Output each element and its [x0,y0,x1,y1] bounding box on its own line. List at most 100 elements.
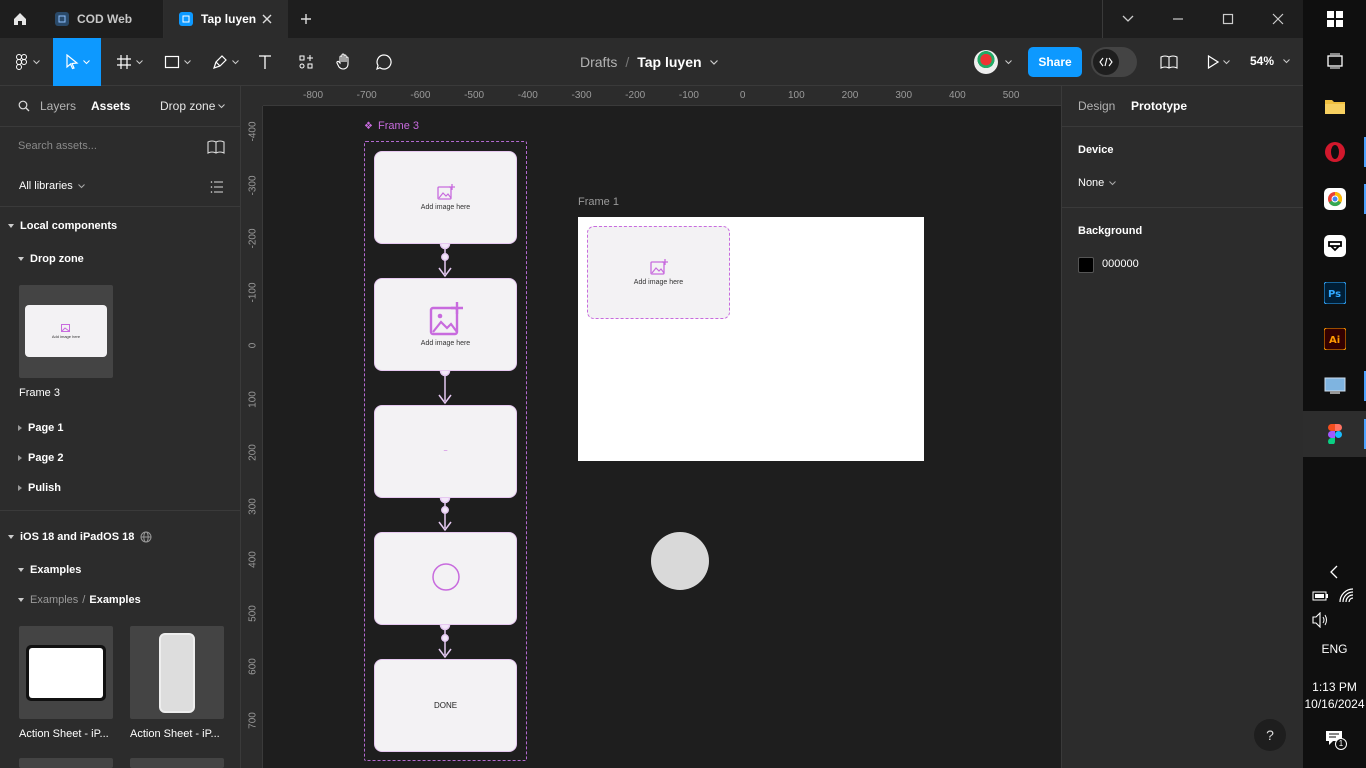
tab-prototype[interactable]: Prototype [1131,99,1187,113]
new-tab-icon[interactable] [298,11,314,27]
component-thumb[interactable] [130,758,224,768]
help-button[interactable]: ? [1254,719,1286,751]
left-panel: Layers Assets Drop zone Search assets...… [0,86,241,768]
notification-center-button[interactable]: 1 [1325,730,1347,750]
component-thumb-frame3[interactable]: Add image here [19,285,113,378]
tab-tap-luyen[interactable]: Tap luyen [164,0,288,38]
library-book-icon[interactable] [207,140,225,154]
ruler-top-label: 200 [841,90,859,101]
remote-desktop-button[interactable] [1303,363,1366,409]
tab-layers[interactable]: Layers [40,99,76,113]
component-thumb-action-sheet-iphone[interactable] [130,626,224,719]
figma-taskbar-button[interactable] [1303,411,1366,457]
search-icon[interactable] [18,100,30,112]
move-tool-button[interactable] [53,38,101,86]
background-swatch[interactable] [1078,257,1094,273]
frame1-label[interactable]: Frame 1 [578,196,619,208]
ruler-left-label: 600 [247,658,259,675]
opera-button[interactable] [1303,129,1366,175]
local-components-section[interactable]: Local components [8,220,117,232]
page-label: Page 2 [28,452,64,464]
chevron-left-icon[interactable] [1329,565,1339,579]
capcut-button[interactable] [1303,223,1366,269]
ruler-top-label: -600 [410,90,431,101]
flow-card-done[interactable]: DONE [374,659,517,752]
tab-assets[interactable]: Assets [91,99,130,113]
flow-card-4[interactable] [374,532,517,625]
main-menu-button[interactable] [8,38,46,86]
frame3-label[interactable]: ❖ Frame 3 [364,120,419,132]
frame-tool-button[interactable] [110,38,148,86]
flow-card-3[interactable]: ~ [374,405,517,498]
pulish-group[interactable]: Pulish [18,482,61,494]
library-button[interactable] [1156,38,1182,86]
maximize-button[interactable] [1203,0,1253,38]
clock-date[interactable]: 10/16/2024 [1303,697,1366,711]
flow-card-1[interactable]: Add image here [374,151,517,244]
chevron-down-icon[interactable] [1005,60,1012,65]
illustrator-button[interactable]: Ai [1303,316,1366,362]
figma-file-icon [55,12,69,26]
component-thumb[interactable] [19,758,113,768]
drop-zone-text: Add image here [633,279,684,286]
task-view-button[interactable] [1303,38,1366,84]
frame1[interactable]: Add image here [578,217,924,461]
ios-library-section[interactable]: iOS 18 and iPadOS 18 [8,531,152,543]
chrome-button[interactable] [1303,176,1366,222]
breadcrumb-drafts[interactable]: Drafts [580,54,617,70]
tab-cod-web[interactable]: COD Web [40,0,164,38]
photoshop-button[interactable]: Ps [1303,270,1366,316]
wifi-icon[interactable] [1339,588,1355,604]
ruler-left-label: -200 [247,228,259,249]
ruler-left-label: -300 [247,174,259,195]
language-indicator[interactable]: ENG [1303,642,1366,656]
search-assets-input[interactable]: Search assets... [18,140,97,152]
close-window-button[interactable] [1253,0,1303,38]
shape-tool-button[interactable] [157,38,197,86]
file-name[interactable]: Tap luyen [637,54,701,70]
present-button[interactable] [1200,38,1236,86]
start-button[interactable] [1303,0,1366,38]
tabs-dropdown-button[interactable] [1103,0,1153,38]
all-libraries-dropdown[interactable]: All libraries [19,180,85,192]
page-2-group[interactable]: Page 2 [18,452,63,464]
tab-design[interactable]: Design [1078,99,1115,113]
zoom-control[interactable]: 54% [1250,54,1291,68]
flow-card-2[interactable]: Add image here [374,278,517,371]
speaker-icon[interactable] [1312,612,1330,628]
avatar[interactable] [974,50,998,74]
battery-icon[interactable] [1312,589,1330,603]
hand-tool-button[interactable] [331,38,357,86]
chevron-down-icon [32,59,40,64]
expand-caret-icon [18,598,24,602]
svg-text:Ps: Ps [1328,289,1341,300]
chevron-down-icon[interactable] [709,59,718,65]
background-heading: Background [1078,225,1143,237]
text-tool-button[interactable] [252,38,278,86]
background-hex-input[interactable]: 000000 [1102,258,1139,270]
drop-zone[interactable]: Add image here [587,226,730,319]
file-explorer-button[interactable] [1303,83,1366,129]
minimize-button[interactable] [1153,0,1203,38]
page-selector[interactable]: Drop zone [160,99,215,113]
home-button[interactable] [0,0,40,38]
examples-subgroup[interactable]: Examples / Examples [18,594,141,606]
resources-tool-button[interactable] [293,38,319,86]
canvas[interactable]: -800 -700 -600 -500 -400 -300 -200 -100 0 100 200 3… [241,86,1061,768]
share-button[interactable]: Share [1028,47,1082,77]
ellipse-shape[interactable] [651,532,709,590]
capcut-icon [1323,235,1346,257]
component-thumb-action-sheet-ipad[interactable] [19,626,113,719]
dev-mode-toggle[interactable] [1091,47,1137,77]
chevron-down-icon[interactable] [218,104,225,109]
page-1-group[interactable]: Page 1 [18,422,63,434]
clock-time[interactable]: 1:13 PM [1303,680,1366,694]
pen-tool-button[interactable] [205,38,245,86]
drop-zone-group[interactable]: Drop zone [18,253,84,265]
zoom-value: 54% [1250,54,1275,68]
comment-tool-button[interactable] [371,38,397,86]
device-dropdown[interactable]: None [1078,177,1117,189]
list-view-icon[interactable] [210,181,224,193]
examples-group[interactable]: Examples [18,564,81,576]
close-tab-icon[interactable] [260,12,274,26]
